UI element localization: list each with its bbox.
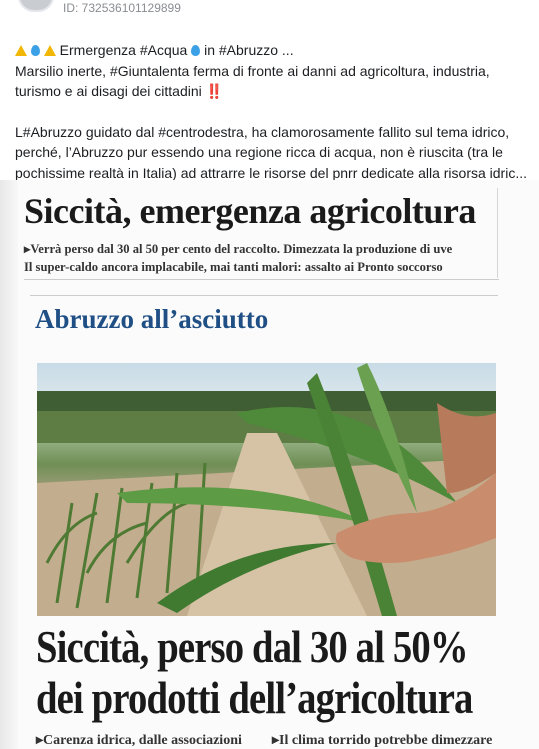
warning-icon [15, 45, 27, 56]
post-line: Marsilio inerte, #Giuntalenta ferma di f… [15, 62, 490, 79]
subheadline-line: ▸Verrà perso dal 30 al 50 per cento del … [24, 242, 453, 256]
droplet-icon [191, 45, 201, 56]
column-teaser: ▸Il clima torrido potrebbe dimezzare [272, 733, 493, 748]
post-id: ID: 732536101129899 [63, 1, 181, 15]
main-headline-line1: Siccità, perso dal 30 al 50% [36, 622, 469, 672]
post-title-line: Ermergenza #Acqua in #Abruzzo ... [15, 40, 530, 61]
post-line: perché, l’Abruzzo pur essendo una region… [15, 144, 503, 160]
column-teaser: ▸Carenza idrica, dalle associazioni [36, 733, 242, 748]
post-line: turismo e ai disagi dei cittadini ‼️ [15, 83, 224, 99]
avatar[interactable] [18, 0, 54, 12]
post-text: Ermergenza #Acqua in #Abruzzo ... Marsil… [15, 40, 530, 183]
divider [30, 295, 498, 296]
column-divider [497, 188, 498, 278]
post-title-rest: in #Abruzzo ... [204, 42, 294, 58]
post-title: Ermergenza #Acqua [59, 42, 188, 58]
droplet-icon [30, 45, 40, 56]
main-headline-line2: dei prodotti dell’agricoltura [36, 673, 473, 723]
subheadline: ▸Verrà perso dal 30 al 50 per cento del … [24, 240, 452, 276]
headline-top: Siccità, emergenza agricoltura [24, 191, 476, 231]
newspaper-clipping-image[interactable]: Siccità, emergenza agricoltura ▸Verrà pe… [0, 180, 539, 749]
cornfield-photo [37, 363, 496, 616]
page-fold [0, 180, 18, 749]
warning-icon [43, 45, 56, 56]
subheadline-line: Il super-caldo ancora implacabile, mai t… [24, 260, 443, 274]
section-title: Abruzzo all’asciutto [35, 304, 269, 334]
post-line: L#Abruzzo guidato dal #centrodestra, ha … [15, 123, 510, 140]
divider [24, 279, 499, 280]
